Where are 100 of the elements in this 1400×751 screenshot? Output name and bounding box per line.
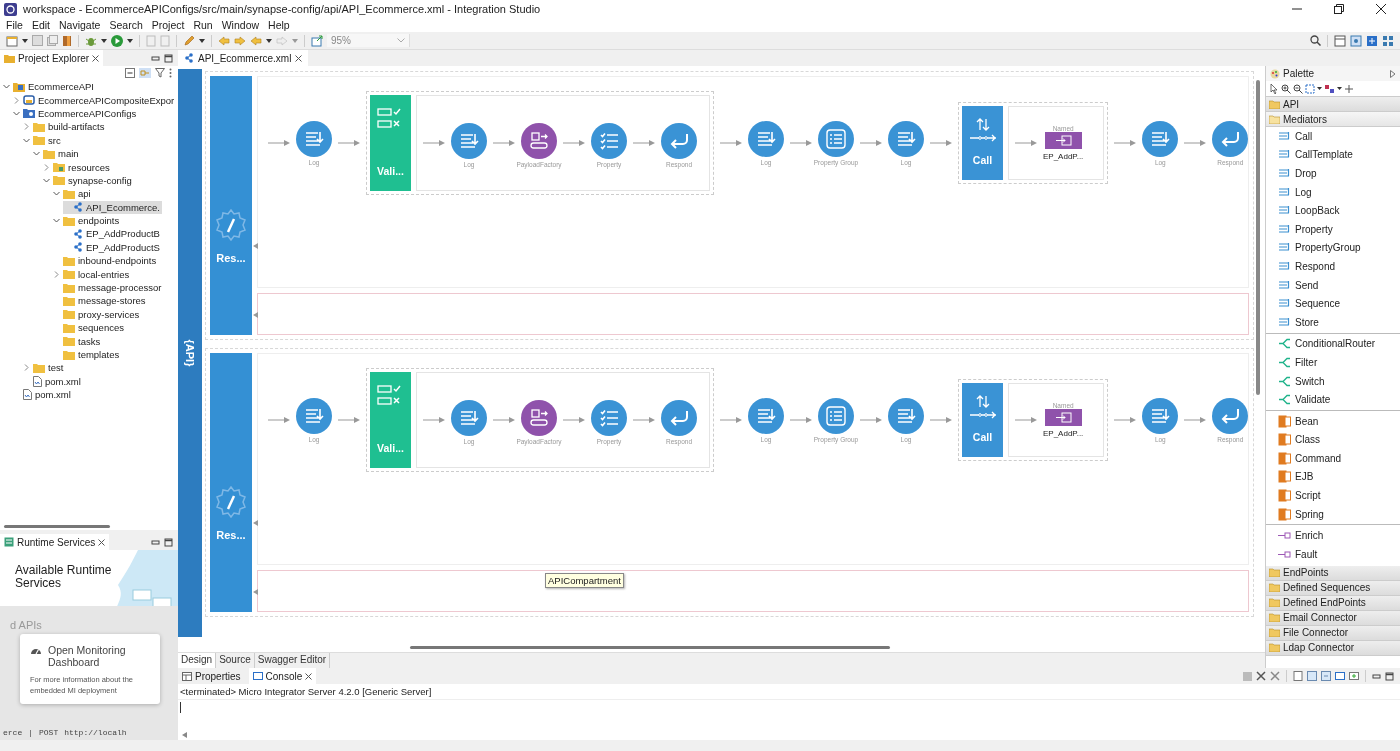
mediator-icon[interactable] <box>1142 120 1179 157</box>
mediator-icon[interactable] <box>1212 120 1249 157</box>
tree-item[interactable]: local-entries <box>53 267 132 281</box>
minimize-icon[interactable] <box>1372 671 1381 681</box>
maximize-icon[interactable] <box>164 537 173 547</box>
tree-item[interactable]: test <box>23 361 66 375</box>
link-icon[interactable] <box>139 68 151 78</box>
forward-arrow-icon[interactable] <box>234 35 246 46</box>
grid-icon[interactable] <box>1382 34 1394 47</box>
lock-scroll-icon[interactable] <box>1307 671 1317 681</box>
palette-item[interactable]: Log <box>1266 182 1400 202</box>
tree-item[interactable]: message-stores <box>53 294 148 308</box>
palette-item[interactable]: Sequence <box>1266 294 1400 313</box>
tree-item[interactable]: resources <box>43 160 112 174</box>
mediator-icon[interactable] <box>888 120 924 157</box>
menu-item[interactable]: Window <box>221 19 260 31</box>
close-window-icon[interactable] <box>1376 4 1386 14</box>
back-arrow-icon[interactable] <box>250 35 262 46</box>
chevron-down-icon[interactable] <box>53 217 60 225</box>
tree-item[interactable]: EcommerceAPI <box>3 80 96 94</box>
palette-item[interactable]: Drop <box>1266 164 1400 183</box>
tree-item[interactable]: tasks <box>53 334 103 348</box>
tree-item[interactable]: endpoints <box>53 213 122 228</box>
project-explorer-tab[interactable]: Project Explorer <box>0 50 104 66</box>
mediator-icon[interactable] <box>296 397 332 434</box>
remove-icon[interactable] <box>1256 671 1266 681</box>
chevron-right-icon[interactable] <box>53 270 60 278</box>
endpoint-icon[interactable] <box>1044 409 1082 426</box>
menu-item[interactable]: Edit <box>31 19 50 31</box>
palette-item[interactable]: Filter <box>1266 353 1400 372</box>
maximize-icon[interactable] <box>1385 671 1394 681</box>
tree-item[interactable]: src <box>23 133 63 147</box>
mediator-icon[interactable] <box>661 399 697 436</box>
palette-item[interactable]: EJB <box>1266 467 1400 487</box>
scrollbar[interactable] <box>1256 80 1260 395</box>
minimize-icon[interactable] <box>151 53 160 63</box>
mediator-icon[interactable] <box>748 120 784 157</box>
caret-icon[interactable] <box>127 38 133 43</box>
palette-item[interactable]: Spring <box>1266 504 1400 524</box>
chevron-down-icon[interactable] <box>33 150 40 158</box>
chevron-right-icon[interactable] <box>23 123 30 131</box>
more-icon[interactable] <box>169 68 172 78</box>
api-strip[interactable]: {API} <box>178 69 202 637</box>
perspective-icon[interactable] <box>1350 34 1362 47</box>
document-icon[interactable] <box>1293 671 1303 681</box>
zoom-in-icon[interactable] <box>1281 83 1291 94</box>
tree-item[interactable]: templates <box>53 347 122 362</box>
palette-item[interactable]: Call <box>1266 127 1400 146</box>
close-icon[interactable] <box>98 538 106 546</box>
palette-item[interactable]: Validate <box>1266 390 1400 409</box>
close-icon[interactable] <box>92 54 100 62</box>
book-icon[interactable] <box>62 34 72 47</box>
editor-tab[interactable]: API_Ecommerce.xml <box>178 50 309 66</box>
mediator-icon[interactable] <box>748 397 784 434</box>
palette-item[interactable]: Send <box>1266 275 1400 295</box>
save-all-icon[interactable] <box>47 35 58 46</box>
mediator-icon[interactable] <box>591 399 627 436</box>
mediator-icon[interactable] <box>1212 397 1249 434</box>
menu-item[interactable]: Project <box>151 19 185 31</box>
mediator-icon[interactable] <box>818 120 854 157</box>
caret-icon[interactable] <box>1337 87 1342 90</box>
palette-item[interactable]: PropertyGroup <box>1266 238 1400 258</box>
chevron-down-icon[interactable] <box>23 136 30 144</box>
caret-icon[interactable] <box>199 38 205 43</box>
palette-item[interactable]: Command <box>1266 449 1400 468</box>
console-tab[interactable]: Properties <box>178 668 245 684</box>
palette-item[interactable]: LoopBack <box>1266 201 1400 220</box>
tree-item[interactable]: EcommerceAPICompositeExpor <box>13 93 177 107</box>
tree-item[interactable]: EP_AddProductB <box>63 227 162 241</box>
collapse-right-icon[interactable] <box>1390 69 1396 78</box>
monitor-icon[interactable] <box>1335 671 1345 681</box>
minimize-icon[interactable] <box>151 537 160 547</box>
tree-item[interactable]: main <box>33 146 81 161</box>
search-icon[interactable] <box>1310 35 1321 46</box>
palette-item[interactable]: Enrich <box>1266 526 1400 546</box>
palette-item[interactable]: Script <box>1266 486 1400 505</box>
restore-window-icon[interactable] <box>1334 4 1344 14</box>
palette-drawer[interactable]: API <box>1266 97 1400 112</box>
pin-icon[interactable] <box>1344 83 1354 94</box>
tree-item[interactable]: pom.xml <box>23 374 83 388</box>
palette-item[interactable]: Bean <box>1266 411 1400 431</box>
palette-item[interactable]: Property <box>1266 219 1400 239</box>
menu-item[interactable]: File <box>6 19 23 31</box>
chevron-right-icon[interactable] <box>13 96 20 104</box>
chevron-down-icon[interactable] <box>43 176 50 184</box>
editor-mode-tab[interactable]: Design <box>178 653 217 668</box>
scrollbar[interactable] <box>4 525 110 528</box>
connection-icon[interactable] <box>1324 83 1335 94</box>
chevron-right-icon[interactable] <box>43 163 50 171</box>
mediator-icon[interactable] <box>888 397 924 434</box>
zoom-field[interactable]: 95% <box>327 34 410 47</box>
mediator-icon[interactable] <box>296 120 332 157</box>
tree-item[interactable]: API_Ecommerce. <box>63 200 162 214</box>
new-console-icon[interactable] <box>1349 671 1359 681</box>
dropdown-caret-icon[interactable] <box>397 38 405 43</box>
palette-item[interactable]: ConditionalRouter <box>1266 334 1400 354</box>
pin-icon[interactable] <box>1321 671 1331 681</box>
perspective-icon[interactable] <box>1366 34 1378 47</box>
tree-item[interactable]: api <box>53 187 93 201</box>
tree-item[interactable]: synapse-config <box>43 173 134 188</box>
